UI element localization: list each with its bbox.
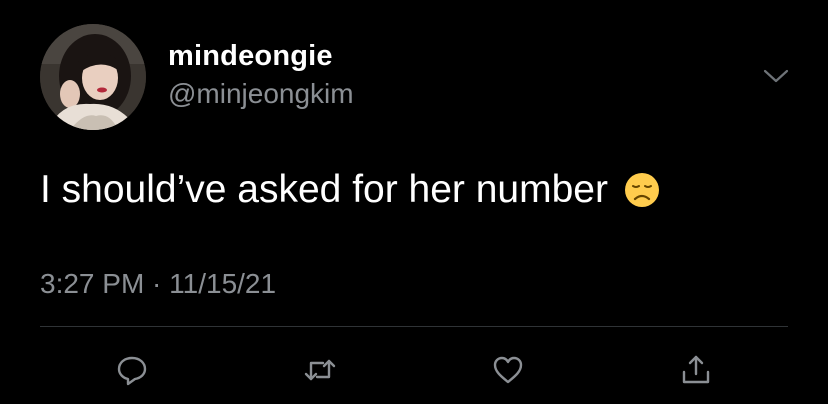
chevron-down-icon bbox=[763, 69, 789, 83]
heart-icon bbox=[493, 356, 523, 384]
retweet-button[interactable] bbox=[302, 352, 338, 388]
share-button[interactable] bbox=[678, 352, 714, 388]
display-name[interactable]: mindeongie bbox=[168, 40, 333, 73]
disappointed-face-icon bbox=[624, 173, 659, 207]
tweet-body: I should’ve asked for her number bbox=[40, 168, 660, 212]
reply-button[interactable] bbox=[114, 352, 150, 388]
like-button[interactable] bbox=[490, 352, 526, 388]
tweet-text: I should’ve asked for her number bbox=[40, 168, 608, 211]
retweet-icon bbox=[304, 359, 336, 381]
avatar-photo bbox=[40, 24, 146, 130]
user-handle[interactable]: @minjeongkim bbox=[168, 78, 354, 110]
tweet-card: mindeongie @minjeongkim I should’ve aske… bbox=[0, 0, 828, 404]
avatar[interactable] bbox=[40, 24, 146, 130]
share-icon bbox=[682, 355, 710, 384]
tweet-timestamp[interactable]: 3:27 PM · 11/15/21 bbox=[40, 268, 276, 300]
reply-icon bbox=[117, 356, 147, 386]
divider bbox=[40, 326, 788, 327]
more-options-button[interactable] bbox=[762, 64, 790, 88]
